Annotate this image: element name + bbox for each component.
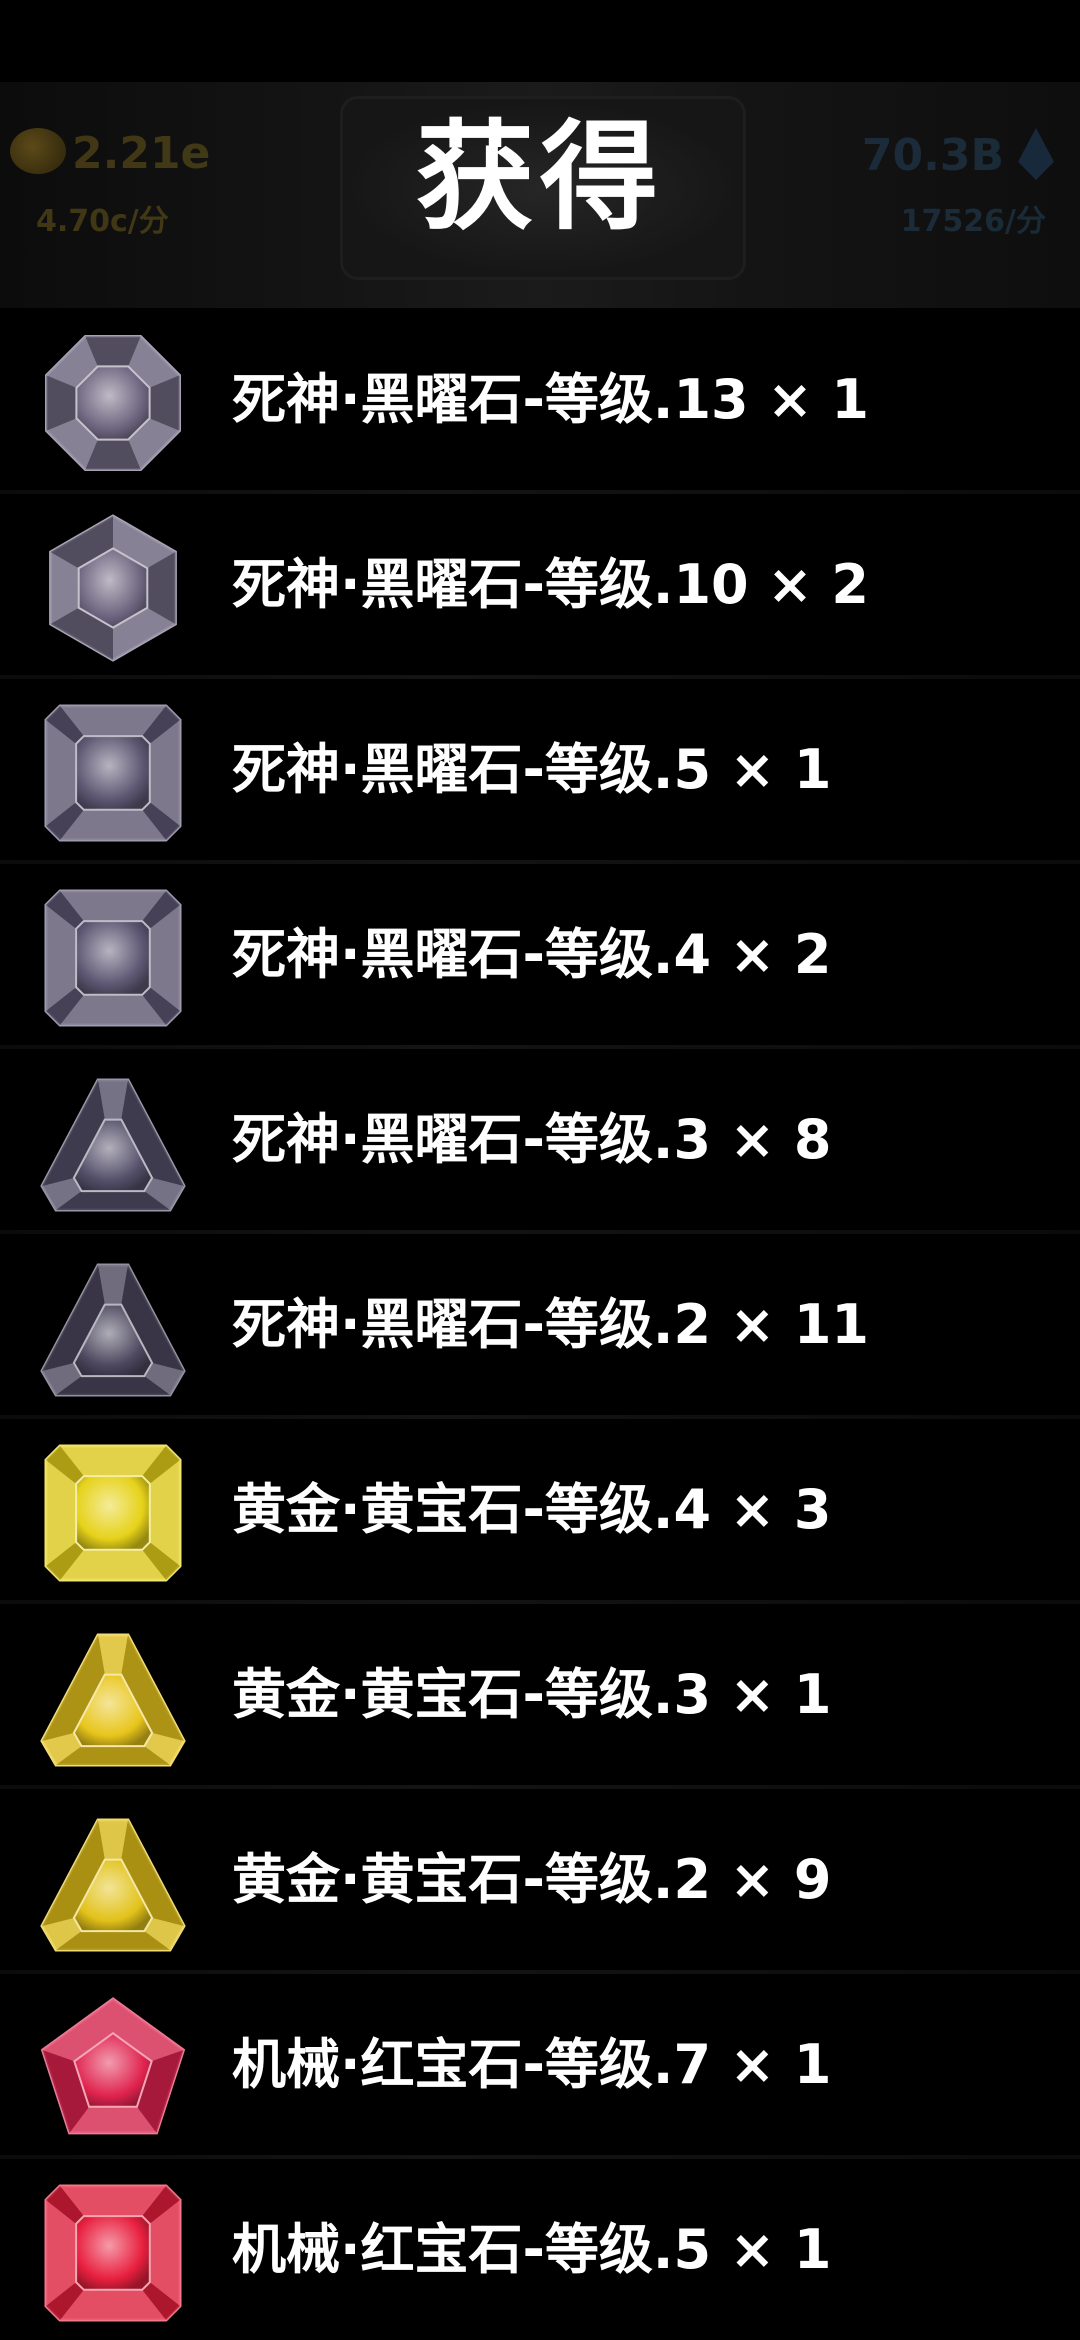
page-title: 获得 (415, 108, 664, 246)
reward-label: 机械·红宝石-等级.5 × 1 (232, 2218, 832, 2281)
reward-label: 黄金·黄宝石-等级.2 × 9 (232, 1848, 832, 1911)
reward-item: 机械·红宝石-等级.5 × 1 (0, 2160, 1080, 2340)
reward-label: 黄金·黄宝石-等级.3 × 1 (232, 1663, 832, 1726)
reward-label: 死神·黑曜石-等级.10 × 2 (232, 553, 870, 616)
reward-label: 死神·黑曜石-等级.4 × 2 (232, 923, 832, 986)
reward-item: 死神·黑曜石-等级.5 × 1 (0, 680, 1080, 864)
ruby-pentagon-gem-icon (38, 1993, 188, 2143)
reward-item: 黄金·黄宝石-等级.3 × 1 (0, 1605, 1080, 1789)
reward-item: 机械·红宝石-等级.7 × 1 (0, 1975, 1080, 2159)
obsidian-square-gem-icon (38, 698, 188, 848)
reward-label: 机械·红宝石-等级.7 × 1 (232, 2033, 832, 2096)
reward-item: 黄金·黄宝石-等级.4 × 3 (0, 1420, 1080, 1604)
reward-item: 死神·黑曜石-等级.10 × 2 (0, 495, 1080, 679)
reward-list: 死神·黑曜石-等级.13 × 1 死神·黑曜石-等级.10 × 2 死神·黑曜石… (0, 310, 1080, 2340)
reward-label: 死神·黑曜石-等级.5 × 1 (232, 738, 832, 801)
reward-item: 死神·黑曜石-等级.4 × 2 (0, 865, 1080, 1049)
reward-label: 黄金·黄宝石-等级.4 × 3 (232, 1478, 832, 1541)
reward-label: 死神·黑曜石-等级.3 × 8 (232, 1108, 832, 1171)
obsidian-triangle-gem-icon (38, 1068, 188, 1218)
reward-label: 死神·黑曜石-等级.13 × 1 (232, 368, 870, 431)
reward-label: 死神·黑曜石-等级.2 × 11 (232, 1293, 870, 1356)
topaz-square-gem-icon (38, 1438, 188, 1588)
topaz-triangle-gem-icon (38, 1623, 188, 1773)
reward-item: 黄金·黄宝石-等级.2 × 9 (0, 1790, 1080, 1974)
reward-item: 死神·黑曜石-等级.2 × 11 (0, 1235, 1080, 1419)
obsidian-triangle-gem-icon (38, 1253, 188, 1403)
obsidian-square-gem-icon (38, 883, 188, 1033)
reward-item: 死神·黑曜石-等级.13 × 1 (0, 310, 1080, 494)
topaz-triangle-gem-icon (38, 1808, 188, 1958)
reward-screen: 2.21e 4.70c/分 70.3B 17526/分 获得 死神·黑曜石-等级… (0, 0, 1080, 2340)
obsidian-octagon-gem-icon (38, 328, 188, 478)
ruby-square-gem-icon (38, 2178, 188, 2328)
reward-item: 死神·黑曜石-等级.3 × 8 (0, 1050, 1080, 1234)
obsidian-hexagon-gem-icon (38, 513, 188, 663)
